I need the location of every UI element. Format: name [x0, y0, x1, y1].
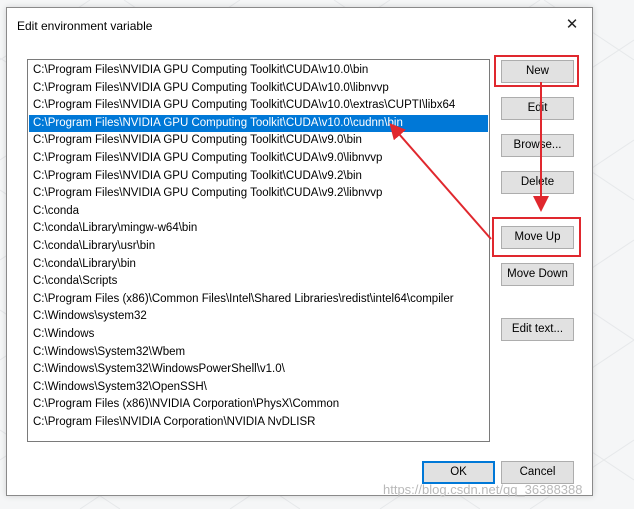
watermark: https://blog.csdn.net/qq_36388388: [383, 482, 583, 497]
annotation-arrows: [389, 82, 549, 240]
arrow-to-selected-path: [389, 122, 492, 240]
